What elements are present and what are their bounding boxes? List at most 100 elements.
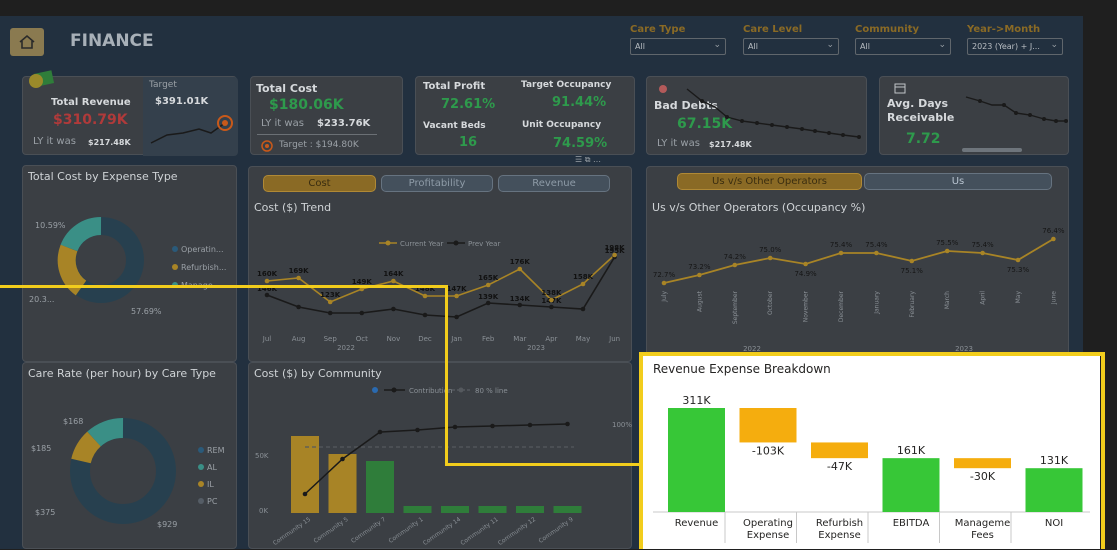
category-label: Expense bbox=[818, 530, 860, 541]
current-data-label: 169K bbox=[289, 267, 310, 275]
contribution-point bbox=[527, 422, 533, 428]
x-tick: Sep bbox=[324, 335, 338, 343]
current-year-point bbox=[580, 281, 586, 287]
category-label: Revenue bbox=[675, 518, 719, 529]
contribution-point bbox=[340, 456, 345, 462]
avg-days-sparkline bbox=[962, 96, 1068, 152]
waterfall-bar bbox=[811, 442, 868, 459]
slicer-dropdown[interactable]: All ⌄ bbox=[743, 38, 839, 55]
revenue-expense-breakdown-card: Revenue Expense Breakdown 311K Revenue -10… bbox=[643, 356, 1100, 549]
prev-year-point bbox=[454, 314, 459, 320]
legend-marker-prev bbox=[453, 240, 459, 246]
slicer-dropdown[interactable]: All ⌄ bbox=[630, 38, 726, 55]
waterfall-bar bbox=[739, 408, 797, 443]
slicer-value: All bbox=[860, 42, 870, 51]
slicer-value: All bbox=[748, 42, 758, 51]
current-data-label: 198K bbox=[605, 244, 626, 252]
occupancy-data-label: 75.4% bbox=[865, 241, 888, 249]
money-icon bbox=[29, 70, 55, 88]
operators-card: Us v/s Other Operators Us Us v/s Other O… bbox=[646, 166, 1069, 362]
data-label: -30K bbox=[970, 470, 996, 483]
prev-year-point bbox=[359, 310, 365, 316]
focus-icon[interactable]: ⧉ bbox=[585, 155, 591, 164]
contribution-point bbox=[565, 421, 570, 427]
target-icon bbox=[261, 140, 273, 152]
data-label: -103K bbox=[752, 444, 785, 457]
kpi-value: 72.61% bbox=[441, 97, 496, 112]
cost-by-community-card: Cost ($) by Community Contribution 80 % … bbox=[248, 362, 632, 549]
current-data-label: 158K bbox=[573, 273, 594, 281]
community-bar bbox=[516, 506, 544, 513]
unit-occupancy-value: 74.59% bbox=[553, 136, 608, 151]
data-label: 311K bbox=[682, 394, 711, 407]
occupancy-point bbox=[767, 255, 773, 261]
year-label: 2022 bbox=[337, 344, 355, 352]
y-tick: 0K bbox=[259, 507, 268, 515]
filter-icon[interactable]: ☰ bbox=[575, 155, 582, 164]
x-tick: October bbox=[767, 290, 774, 315]
x-tick: Apr bbox=[545, 335, 557, 343]
visual-toolbar[interactable]: ☰ ⧉ … bbox=[575, 155, 627, 165]
chevron-down-icon: ⌄ bbox=[938, 40, 946, 50]
current-data-label: 160K bbox=[257, 270, 278, 278]
occupancy-point bbox=[1051, 236, 1056, 242]
slicer-dropdown[interactable]: 2023 (Year) + J... ⌄ bbox=[967, 38, 1063, 55]
legend-item: PC bbox=[207, 497, 218, 506]
x-tick: February bbox=[909, 291, 916, 318]
legend-item: AL bbox=[207, 463, 217, 472]
home-button[interactable] bbox=[10, 28, 44, 56]
current-year-point bbox=[549, 297, 554, 303]
prev-year-point bbox=[422, 312, 428, 318]
occupancy-point bbox=[980, 250, 985, 256]
prev-year-point bbox=[580, 306, 586, 312]
occupancy-point bbox=[944, 248, 950, 254]
cost-trend-line-chart: Current YearPrev Year146K139K134K147K195… bbox=[257, 240, 626, 352]
legend-current: Current Year bbox=[400, 240, 443, 248]
occupancy-data-label: 74.2% bbox=[724, 253, 747, 261]
x-tick: March bbox=[944, 291, 951, 309]
ly-label: LY it was bbox=[33, 136, 76, 147]
slicer-care-type[interactable]: Care Type All ⌄ bbox=[630, 24, 726, 55]
community-bar bbox=[403, 506, 432, 513]
contribution-point bbox=[452, 424, 458, 430]
current-data-label: 176K bbox=[510, 258, 531, 266]
legend-80-line: 80 % line bbox=[475, 387, 508, 395]
prev-year-point bbox=[391, 306, 396, 312]
x-tick: Community 1 bbox=[387, 516, 424, 545]
home-icon bbox=[19, 34, 35, 49]
x-tick: Community 15 bbox=[272, 516, 312, 547]
x-tick: Aug bbox=[292, 335, 306, 343]
category-label: EBITDA bbox=[893, 518, 930, 529]
x-tick: Nov bbox=[387, 335, 401, 343]
x-tick: June bbox=[1050, 291, 1057, 305]
slicer-year-month[interactable]: Year->Month 2023 (Year) + J... ⌄ bbox=[967, 24, 1063, 55]
care-rate-label: $375 bbox=[35, 508, 55, 517]
ly-value: $217.48K bbox=[88, 138, 131, 147]
x-tick: December bbox=[838, 290, 845, 322]
occupancy-data-label: 75.3% bbox=[1007, 266, 1030, 274]
unit-occupancy-label: Unit Occupancy bbox=[522, 120, 602, 130]
kpi-value: $180.06K bbox=[269, 97, 344, 113]
occupancy-data-label: 75.5% bbox=[936, 239, 959, 247]
cost-trend-card: Cost Profitability Revenue Cost ($) Tren… bbox=[248, 166, 632, 362]
occupancy-data-label: 75.4% bbox=[971, 241, 994, 249]
slicer-community[interactable]: Community All ⌄ bbox=[855, 24, 951, 55]
slicer-care-level[interactable]: Care Level All ⌄ bbox=[743, 24, 839, 55]
community-bar bbox=[366, 461, 394, 513]
occupancy-data-label: 74.9% bbox=[794, 270, 817, 278]
x-tick: May bbox=[1015, 291, 1022, 304]
x-tick: Community 12 bbox=[497, 516, 537, 547]
slicer-dropdown[interactable]: All ⌄ bbox=[855, 38, 951, 55]
prev-data-label: 139K bbox=[478, 293, 499, 301]
prev-year-point bbox=[264, 292, 270, 298]
page-title: FINANCE bbox=[70, 31, 154, 51]
slicer-value: All bbox=[635, 42, 645, 51]
more-icon[interactable]: … bbox=[593, 155, 601, 164]
pct-right: 57.69% bbox=[131, 307, 162, 316]
occupancy-data-label: 75.1% bbox=[901, 267, 924, 275]
current-year-point bbox=[612, 252, 617, 258]
target-text: Target : $194.80K bbox=[279, 140, 359, 150]
community-bar bbox=[441, 506, 469, 513]
legend-item: Operatin... bbox=[181, 245, 224, 254]
pct-top: 10.59% bbox=[35, 221, 66, 230]
